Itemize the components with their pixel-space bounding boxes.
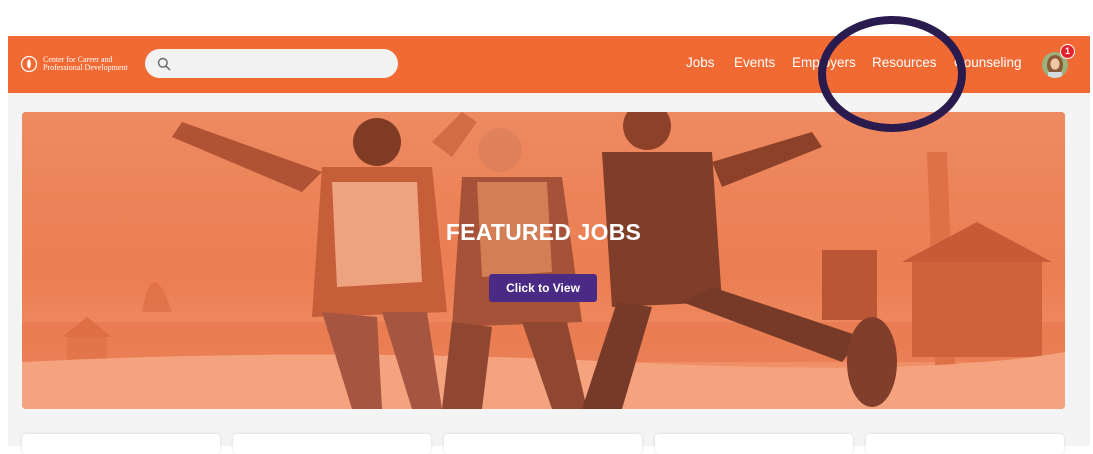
content-card[interactable]	[233, 434, 431, 454]
nav-counseling[interactable]: Counseling	[954, 55, 1022, 71]
nav-resources[interactable]: Resources	[872, 55, 937, 71]
hero-photo	[22, 112, 1065, 409]
content-card[interactable]	[655, 434, 853, 454]
notification-badge[interactable]: 1	[1060, 44, 1075, 59]
nav-events[interactable]: Events	[734, 55, 775, 71]
content-card[interactable]	[866, 434, 1064, 454]
nav-employers[interactable]: Employers	[792, 55, 856, 71]
content-card[interactable]	[22, 434, 220, 454]
hero-title: FEATURED JOBS	[445, 219, 642, 245]
content-card[interactable]	[444, 434, 642, 454]
hero-banner: FEATURED JOBS Click to View	[22, 112, 1065, 409]
click-to-view-button[interactable]: Click to View	[489, 274, 597, 302]
main-nav: Jobs Events Employers Resources Counseli…	[8, 36, 1090, 93]
nav-jobs[interactable]: Jobs	[686, 55, 715, 71]
top-navbar: Center for Career and Professional Devel…	[8, 36, 1090, 93]
